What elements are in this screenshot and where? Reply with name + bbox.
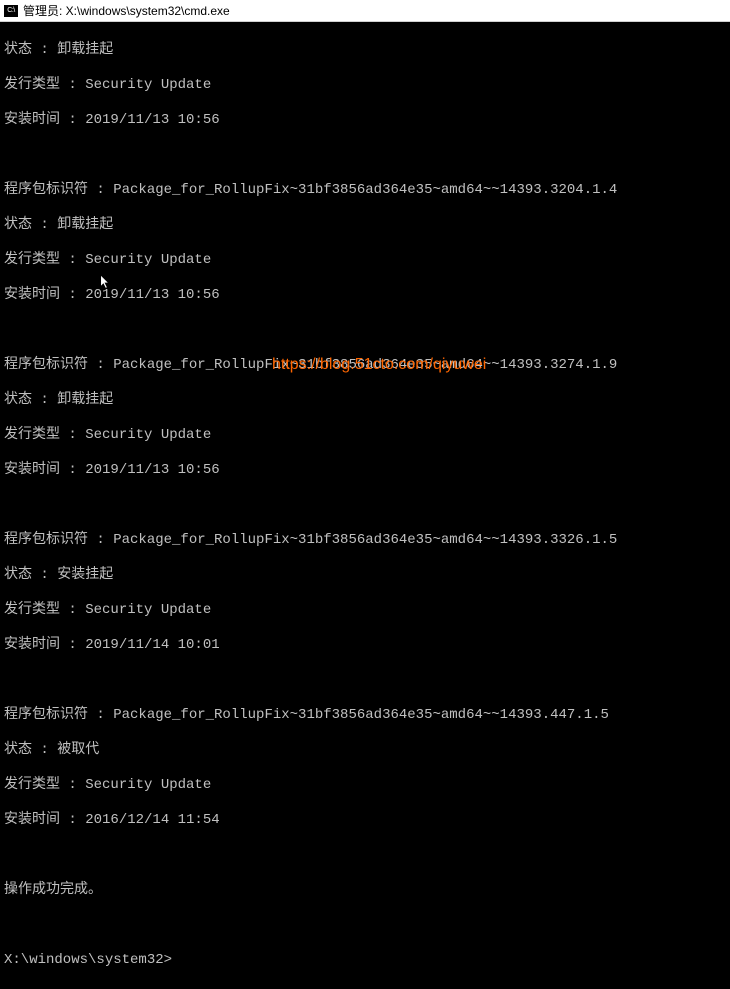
output-line: 状态 : 卸载挂起 [4, 392, 726, 410]
terminal-output: 状态 : 卸载挂起 发行类型 : Security Update 安装时间 : … [0, 22, 730, 989]
output-line: 状态 : 卸载挂起 [4, 42, 726, 60]
output-line: 安装时间 : 2019/11/14 10:01 [4, 637, 726, 655]
output-line: 发行类型 : Security Update [4, 602, 726, 620]
output-line: 程序包标识符 : Package_for_RollupFix~31bf3856a… [4, 532, 726, 550]
output-line: 状态 : 被取代 [4, 742, 726, 760]
cmd-icon: C:\ [4, 5, 18, 17]
output-line: 状态 : 卸载挂起 [4, 217, 726, 235]
output-line: 安装时间 : 2019/11/13 10:56 [4, 287, 726, 305]
output-line: 发行类型 : Security Update [4, 77, 726, 95]
output-line: 程序包标识符 : Package_for_RollupFix~31bf3856a… [4, 707, 726, 725]
output-line: 程序包标识符 : Package_for_RollupFix~31bf3856a… [4, 182, 726, 200]
output-line: 安装时间 : 2019/11/13 10:56 [4, 462, 726, 480]
output-line: 发行类型 : Security Update [4, 252, 726, 270]
output-line: 状态 : 安装挂起 [4, 567, 726, 585]
command-prompt[interactable]: X:\windows\system32> [4, 952, 726, 970]
output-line: 安装时间 : 2016/12/14 11:54 [4, 812, 726, 830]
success-message: 操作成功完成。 [4, 882, 726, 900]
window-titlebar[interactable]: C:\ 管理员: X:\windows\system32\cmd.exe [0, 0, 730, 22]
output-line: 安装时间 : 2019/11/13 10:56 [4, 112, 726, 130]
output-line: 发行类型 : Security Update [4, 777, 726, 795]
output-line: 发行类型 : Security Update [4, 427, 726, 445]
window-title: 管理员: X:\windows\system32\cmd.exe [23, 2, 230, 19]
watermark-text: https://blog.51cto.com/qiyuwei [272, 356, 486, 374]
